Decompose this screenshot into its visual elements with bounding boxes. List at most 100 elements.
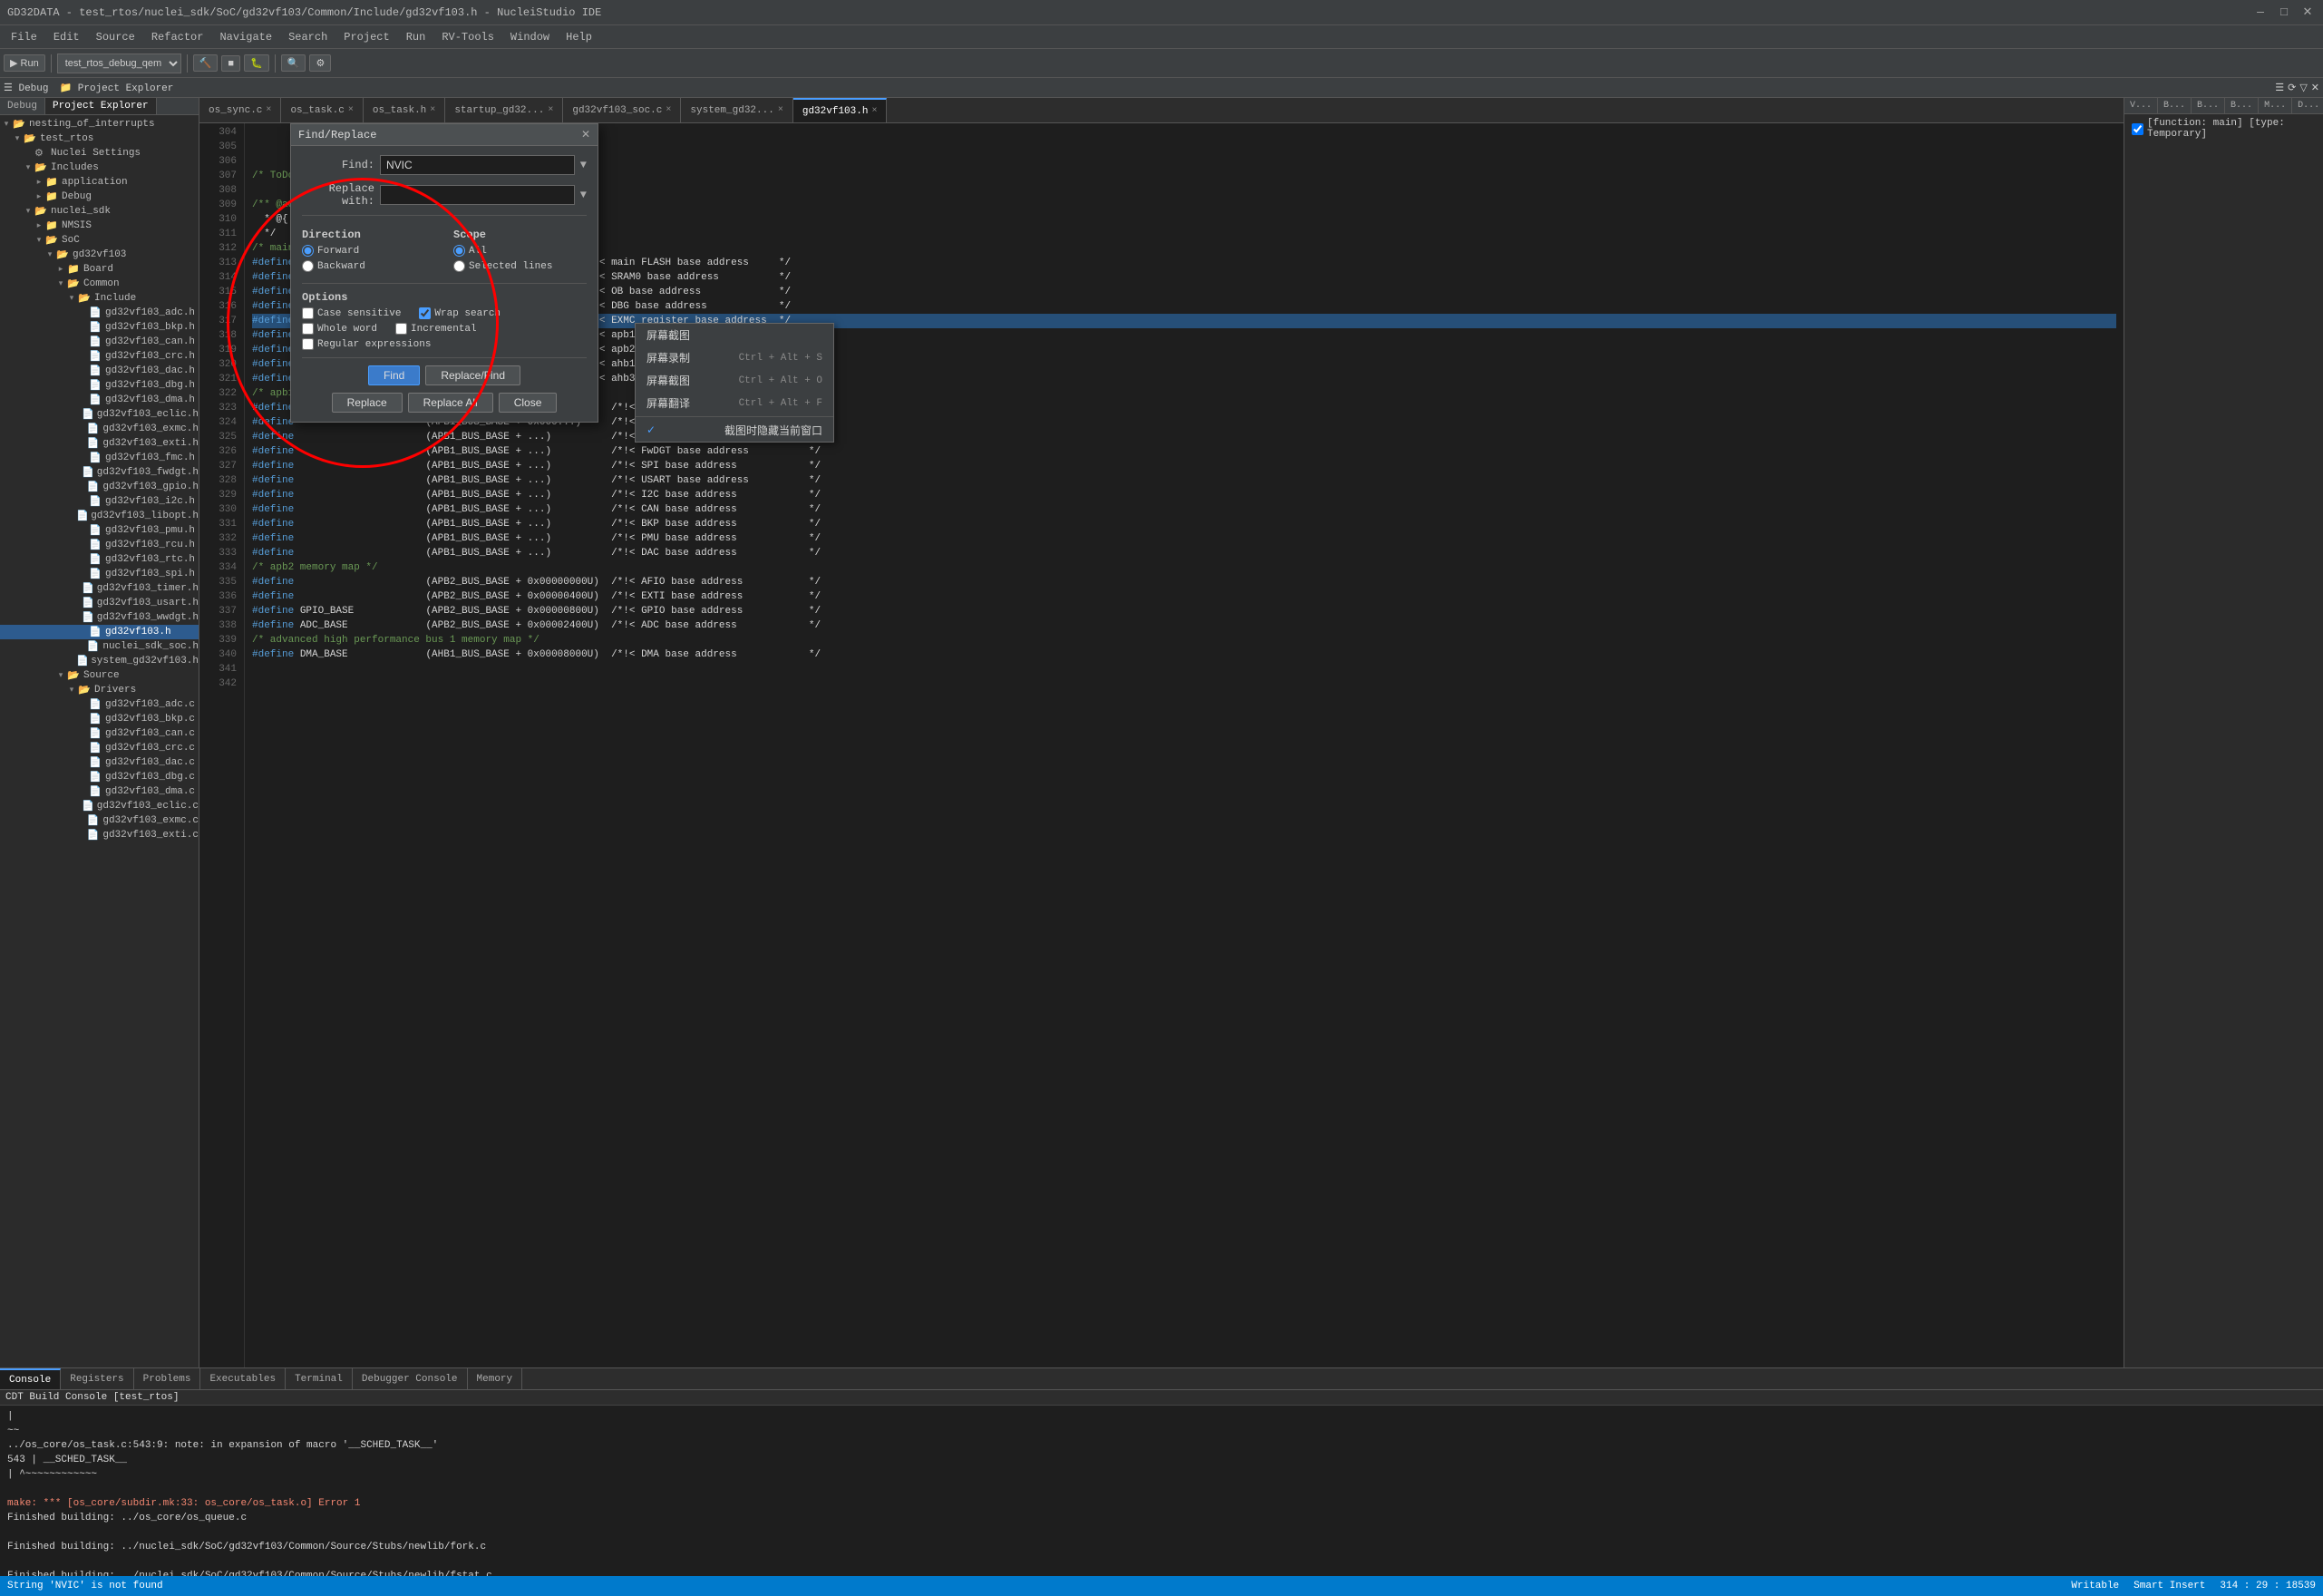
tree-item-gd32vf103_dma-h[interactable]: 📄gd32vf103_dma.h [0,393,199,407]
tree-item-gd32vf103_fwdgt-h[interactable]: 📄gd32vf103_fwdgt.h [0,465,199,480]
fr-replace-find-button[interactable]: Replace/Find [425,365,520,385]
fr-close-button[interactable]: ✕ [581,128,590,141]
menu-file[interactable]: File [4,29,44,45]
tree-item-gd32vf103_i2c-h[interactable]: 📄gd32vf103_i2c.h [0,494,199,509]
console-content[interactable]: | ~~../os_core/os_task.c:543:9: note: in… [0,1406,2323,1576]
tree-item-gd32vf103_adc-c[interactable]: 📄gd32vf103_adc.c [0,697,199,712]
menu-window[interactable]: Window [503,29,557,45]
tab-os-task-h[interactable]: os_task.h × [364,98,445,122]
rpt-v[interactable]: V... [2124,98,2158,113]
tree-item-Debug[interactable]: ▸📁Debug [0,190,199,204]
fr-close-btn[interactable]: Close [499,393,558,413]
tree-item-Includes[interactable]: ▾📂Includes [0,161,199,175]
right-panel-checkbox[interactable] [2132,123,2143,135]
window-controls[interactable]: — □ ✕ [2252,5,2316,21]
tree-item-gd32vf103_usart-h[interactable]: 📄gd32vf103_usart.h [0,596,199,610]
fr-regex-checkbox[interactable] [302,338,314,350]
tree-item-gd32vf103_spi-h[interactable]: 📄gd32vf103_spi.h [0,567,199,581]
ctx-translate[interactable]: 屏幕翻译 Ctrl + Alt + F [636,392,833,414]
ctx-screenshot2[interactable]: 屏幕截图 Ctrl + Alt + O [636,369,833,392]
btab-executables[interactable]: Executables [200,1368,286,1389]
fr-backward-radio[interactable] [302,260,314,272]
menu-edit[interactable]: Edit [46,29,87,45]
tree-item-gd32vf103_exmc-h[interactable]: 📄gd32vf103_exmc.h [0,422,199,436]
fr-replace-input[interactable] [380,185,575,205]
menu-run[interactable]: Run [399,29,433,45]
tree-item-gd32vf103_eclic-c[interactable]: 📄gd32vf103_eclic.c [0,799,199,813]
tree-item-gd32vf103_dbg-h[interactable]: 📄gd32vf103_dbg.h [0,378,199,393]
tree-item-gd32vf103_exti-c[interactable]: 📄gd32vf103_exti.c [0,828,199,842]
build-button[interactable]: 🔨 [193,54,219,72]
maximize-button[interactable]: □ [2276,5,2292,21]
fr-find-button[interactable]: Find [368,365,420,385]
tab-startup[interactable]: startup_gd32... × [445,98,563,122]
file-tree[interactable]: ▾📂nesting_of_interrupts▾📂test_rtos ⚙Nucl… [0,115,199,1367]
fr-title-bar[interactable]: Find/Replace ✕ [291,124,598,146]
tree-item-SoC[interactable]: ▾📂SoC [0,233,199,248]
tree-item-gd32vf103_crc-c[interactable]: 📄gd32vf103_crc.c [0,741,199,755]
tb2-icon4[interactable]: ✕ [2311,82,2319,94]
tree-item-gd32vf103_wwdgt-h[interactable]: 📄gd32vf103_wwdgt.h [0,610,199,625]
menu-source[interactable]: Source [89,29,142,45]
tab-soc-c[interactable]: gd32vf103_soc.c × [563,98,681,122]
ctx-screenshot[interactable]: 屏幕截图 [636,324,833,346]
fr-replace-dropdown-icon[interactable]: ▼ [580,189,587,201]
tree-item-gd32vf103_exmc-c[interactable]: 📄gd32vf103_exmc.c [0,813,199,828]
btab-registers[interactable]: Registers [61,1368,133,1389]
ctx-hide-window[interactable]: ✓ 截图时隐藏当前窗口 [636,419,833,442]
tree-item-gd32vf103_rcu-h[interactable]: 📄gd32vf103_rcu.h [0,538,199,552]
tab-system-gd32[interactable]: system_gd32... × [681,98,792,122]
tree-item-gd32vf103_dac-c[interactable]: 📄gd32vf103_dac.c [0,755,199,770]
tree-item-gd32vf103_can-c[interactable]: 📄gd32vf103_can.c [0,726,199,741]
tree-item-gd32vf103_bkp-c[interactable]: 📄gd32vf103_bkp.c [0,712,199,726]
menu-search[interactable]: Search [281,29,335,45]
fr-find-input[interactable] [380,155,575,175]
btab-problems[interactable]: Problems [134,1368,201,1389]
tree-item-application[interactable]: ▸📁application [0,175,199,190]
tab-os-task-c[interactable]: os_task.c × [281,98,363,122]
tree-item-test_rtos[interactable]: ▾📂test_rtos [0,131,199,146]
run-button[interactable]: ▶ Run [4,54,45,72]
fr-forward-radio[interactable] [302,245,314,257]
tree-item-nesting_of_interrupts[interactable]: ▾📂nesting_of_interrupts [0,117,199,131]
tree-item-Drivers[interactable]: ▾📂Drivers [0,683,199,697]
tree-item-gd32vf103_fmc-h[interactable]: 📄gd32vf103_fmc.h [0,451,199,465]
search-button[interactable]: 🔍 [281,54,306,72]
btab-console[interactable]: Console [0,1368,61,1389]
tree-item-gd32vf103_libopt-h[interactable]: 📄gd32vf103_libopt.h [0,509,199,523]
rpt-b1[interactable]: B... [2158,98,2192,113]
tree-item-gd32vf103_gpio-h[interactable]: 📄gd32vf103_gpio.h [0,480,199,494]
tab-gd32vf103-h[interactable]: gd32vf103.h × [793,98,888,122]
tb2-icon2[interactable]: ⟳ [2288,82,2296,94]
tree-item-gd32vf103_crc-h[interactable]: 📄gd32vf103_crc.h [0,349,199,364]
tree-item-Common[interactable]: ▾📂Common [0,277,199,291]
fr-case-sensitive-checkbox[interactable] [302,307,314,319]
btab-memory[interactable]: Memory [468,1368,523,1389]
tree-item-gd32vf103_bkp-h[interactable]: 📄gd32vf103_bkp.h [0,320,199,335]
tb2-icon3[interactable]: ▽ [2299,82,2307,94]
btab-debugger-console[interactable]: Debugger Console [353,1368,468,1389]
tree-item-gd32vf103_can-h[interactable]: 📄gd32vf103_can.h [0,335,199,349]
tree-item-Source[interactable]: ▾📂Source [0,668,199,683]
menu-help[interactable]: Help [559,29,599,45]
ctx-record[interactable]: 屏幕录制 Ctrl + Alt + S [636,346,833,369]
tree-item-gd32vf103_dbg-c[interactable]: 📄gd32vf103_dbg.c [0,770,199,784]
tree-item-gd32vf103_timer-h[interactable]: 📄gd32vf103_timer.h [0,581,199,596]
rpt-b3[interactable]: B... [2225,98,2259,113]
rpt-d[interactable]: D... [2292,98,2323,113]
tree-item-Nuclei Settings[interactable]: ⚙Nuclei Settings [0,146,199,161]
btab-terminal[interactable]: Terminal [286,1368,353,1389]
fr-scope-selected-radio[interactable] [453,260,465,272]
tree-item-nuclei_sdk[interactable]: ▾📂nuclei_sdk [0,204,199,219]
tree-item-Include[interactable]: ▾📂Include [0,291,199,306]
fr-replace-button[interactable]: Replace [332,393,403,413]
tab-os-sync-c[interactable]: os_sync.c × [199,98,281,122]
debug-button[interactable]: 🐛 [244,54,269,72]
tree-item-NMSIS[interactable]: ▸📁NMSIS [0,219,199,233]
tree-item-gd32vf103_exti-h[interactable]: 📄gd32vf103_exti.h [0,436,199,451]
tb2-icon1[interactable]: ☰ [2275,82,2284,94]
tree-item-gd32vf103[interactable]: ▾📂gd32vf103 [0,248,199,262]
fr-wrap-search-checkbox[interactable] [419,307,431,319]
close-button[interactable]: ✕ [2299,5,2316,21]
menu-refactor[interactable]: Refactor [144,29,211,45]
